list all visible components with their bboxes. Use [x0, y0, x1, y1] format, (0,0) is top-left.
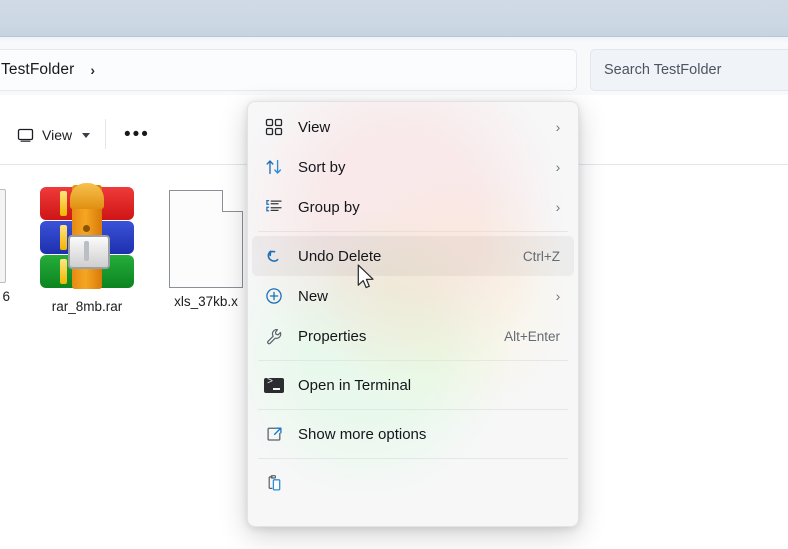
plus-circle-icon — [260, 287, 288, 305]
ellipsis-icon: ••• — [124, 124, 150, 145]
menu-item-label: Undo Delete — [298, 247, 382, 265]
winrar-archive-icon — [32, 183, 142, 293]
monitor-icon — [17, 127, 34, 144]
menu-item-open-in-terminal[interactable]: Open in Terminal — [252, 365, 574, 405]
menu-item-group-by[interactable]: Group by › — [252, 187, 574, 227]
paste-icon — [260, 474, 288, 493]
grid-view-icon — [260, 118, 288, 136]
search-input[interactable]: Search TestFolder — [590, 49, 788, 91]
breadcrumb-chevron-icon[interactable]: › — [90, 62, 95, 78]
menu-item-label: Open in Terminal — [298, 376, 412, 394]
list-item[interactable]: 6 — [0, 189, 12, 304]
mouse-cursor — [357, 264, 377, 292]
blank-document-icon — [169, 190, 243, 288]
sort-icon — [260, 158, 288, 176]
chevron-right-icon: › — [555, 159, 561, 175]
menu-separator — [258, 360, 568, 361]
menu-item-label: Sort by — [298, 158, 346, 176]
chevron-right-icon: › — [555, 199, 561, 215]
chevron-right-icon: › — [555, 288, 561, 304]
menu-item-label: Group by — [298, 198, 360, 216]
menu-item-label: Show more options — [298, 425, 427, 443]
menu-item-undo-delete[interactable]: Undo Delete Ctrl+Z — [252, 236, 574, 276]
menu-item-label: View — [298, 118, 331, 136]
menu-item-show-more-options[interactable]: Show more options — [252, 414, 574, 454]
file-label: rar_8mb.rar — [51, 299, 123, 314]
undo-icon — [260, 247, 288, 266]
see-more-button[interactable]: ••• — [115, 119, 159, 151]
menu-separator — [258, 409, 568, 410]
terminal-icon — [260, 377, 288, 393]
menu-item-label: New — [298, 287, 329, 305]
context-menu: View › Sort by › Group by › Undo Delete … — [247, 101, 579, 527]
show-more-options-icon — [260, 425, 288, 444]
search-placeholder: Search TestFolder — [604, 62, 722, 78]
toolbar-divider — [105, 119, 106, 149]
clipped-file-icon — [0, 189, 6, 283]
breadcrumb-folder[interactable]: TestFolder — [1, 61, 74, 79]
menu-item-shortcut: Alt+Enter — [504, 328, 560, 344]
view-button-label: View — [42, 127, 73, 143]
address-bar: TestFolder › Search TestFolder — [0, 43, 788, 95]
menu-item-shortcut: Ctrl+Z — [522, 248, 560, 264]
menu-item-label: Properties — [298, 327, 367, 345]
menu-item-new[interactable]: New › — [252, 276, 574, 316]
window-chrome-strip — [0, 0, 788, 37]
menu-item-properties[interactable]: Properties Alt+Enter — [252, 316, 574, 356]
group-by-icon — [260, 198, 288, 216]
chevron-down-icon — [82, 132, 91, 138]
menu-item-paste[interactable] — [252, 463, 574, 503]
wrench-icon — [260, 327, 288, 346]
file-label: 6 — [2, 289, 10, 304]
view-button[interactable]: View — [8, 119, 99, 151]
chevron-right-icon: › — [555, 119, 561, 135]
menu-separator — [258, 458, 568, 459]
list-item[interactable]: rar_8mb.rar — [27, 183, 147, 314]
breadcrumb[interactable]: TestFolder › — [0, 49, 577, 91]
menu-item-view[interactable]: View › — [252, 107, 574, 147]
menu-item-sort-by[interactable]: Sort by › — [252, 147, 574, 187]
file-explorer-window: TestFolder › Search TestFolder View ••• … — [0, 0, 788, 549]
menu-separator — [258, 231, 568, 232]
